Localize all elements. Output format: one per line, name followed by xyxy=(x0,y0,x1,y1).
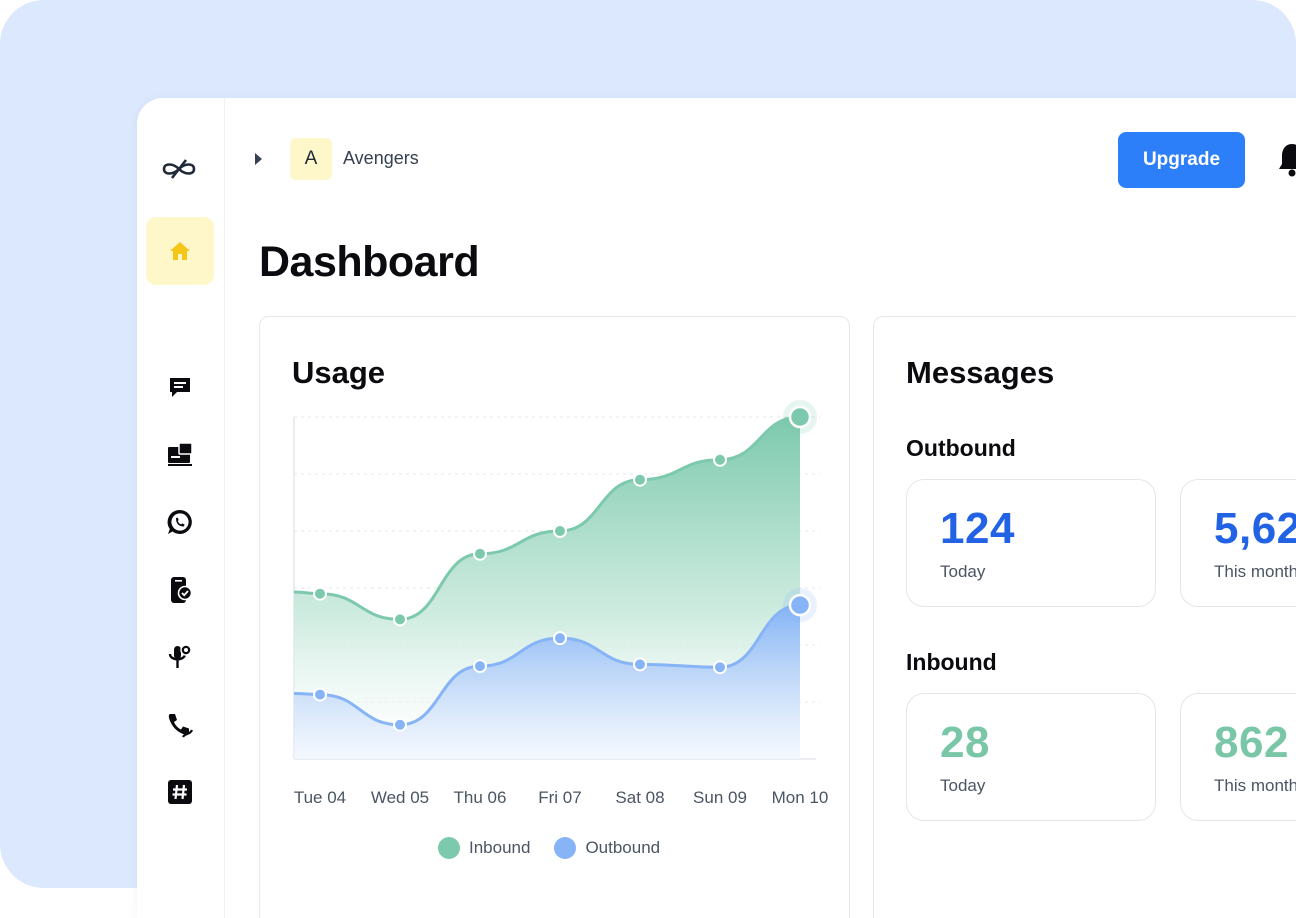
sidebar-toggle-icon[interactable] xyxy=(252,150,266,168)
outbound-today-caption: Today xyxy=(940,562,986,581)
inbound-month-card[interactable]: 862 This month xyxy=(1180,693,1296,821)
inbound-data-point[interactable] xyxy=(788,405,812,429)
sidebar-item-phone-verify[interactable] xyxy=(163,573,197,607)
legend-dot-inbound xyxy=(438,837,460,859)
sidebar-item-channels[interactable] xyxy=(163,775,197,809)
outbound-data-point[interactable] xyxy=(553,631,567,646)
x-tick-label: Fri 07 xyxy=(538,788,581,807)
inbound-month-value: 862 xyxy=(1214,718,1289,767)
chart-legend: Inbound Outbound xyxy=(438,837,660,859)
outbound-data-point[interactable] xyxy=(713,660,727,675)
inbound-data-point[interactable] xyxy=(553,524,567,538)
outbound-month-card[interactable]: 5,62 This month xyxy=(1180,479,1296,607)
outbound-data-point[interactable] xyxy=(633,657,647,672)
inbound-today-card[interactable]: 28 Today xyxy=(906,693,1156,821)
outbound-month-caption: This month xyxy=(1214,562,1296,581)
home-icon xyxy=(170,242,190,260)
notification-bell-icon[interactable] xyxy=(1277,140,1296,180)
page-title: Dashboard xyxy=(259,238,480,286)
outbound-data-point[interactable] xyxy=(788,593,812,617)
inbound-data-point[interactable] xyxy=(633,472,647,487)
outbound-today-card[interactable]: 124 Today xyxy=(906,479,1156,607)
legend-dot-outbound xyxy=(554,837,577,859)
outbound-data-point[interactable] xyxy=(393,717,407,732)
outbound-today-value: 124 xyxy=(940,504,1015,553)
legend-item-inbound[interactable]: Inbound xyxy=(438,837,530,859)
phone-verify-icon xyxy=(171,577,193,603)
x-tick-label: Tue 04 xyxy=(294,788,346,807)
inbound-data-point[interactable] xyxy=(713,452,727,467)
inbound-data-point[interactable] xyxy=(393,612,407,627)
voice-icon xyxy=(168,644,192,668)
messages-title: Messages xyxy=(906,355,1055,390)
call-forward-icon xyxy=(168,714,194,738)
outbound-data-point[interactable] xyxy=(313,687,327,702)
inbound-today-value: 28 xyxy=(940,718,990,767)
outbound-month-value: 5,62 xyxy=(1214,504,1296,553)
usage-card: Usage Tue 04 Wed 05 Thu 06 Fri 07 Sat 08 Sun … xyxy=(259,316,850,918)
legend-label-outbound: Outbound xyxy=(585,838,661,857)
sidebar-item-home[interactable] xyxy=(146,217,214,285)
x-tick-label: Sat 08 xyxy=(615,788,664,807)
x-tick-label: Thu 06 xyxy=(454,788,507,807)
x-tick-label: Wed 05 xyxy=(371,788,429,807)
inbox-icon xyxy=(168,442,193,466)
x-tick-label: Sun 09 xyxy=(693,788,747,807)
legend-label-inbound: Inbound xyxy=(469,838,531,857)
logo-icon[interactable] xyxy=(159,154,199,184)
legend-item-outbound[interactable]: Outbound xyxy=(554,837,660,859)
sidebar-item-call[interactable] xyxy=(163,708,197,742)
workspace-name[interactable]: Avengers xyxy=(343,148,419,169)
outbound-data-point[interactable] xyxy=(473,659,487,674)
inbound-today-caption: Today xyxy=(940,776,986,795)
inbound-data-point[interactable] xyxy=(473,546,487,561)
hashtag-icon xyxy=(168,780,192,804)
sidebar-item-whatsapp[interactable] xyxy=(163,505,197,539)
usage-chart: Tue 04 Wed 05 Thu 06 Fri 07 Sat 08 Sun 09 Mon … xyxy=(293,400,829,807)
chat-icon xyxy=(170,378,190,397)
workspace-avatar[interactable]: A xyxy=(290,138,332,180)
inbound-month-caption: This month xyxy=(1214,776,1296,795)
upgrade-button[interactable]: Upgrade xyxy=(1118,132,1245,188)
app-window: A Avengers Upgrade Dashboard Usage Tue 0… xyxy=(137,98,1296,918)
whatsapp-icon xyxy=(167,509,192,534)
inbound-label: Inbound xyxy=(906,649,997,675)
sidebar-item-voice[interactable] xyxy=(163,640,197,674)
sidebar-item-inbox[interactable] xyxy=(163,437,197,471)
outbound-label: Outbound xyxy=(906,435,1016,461)
x-tick-label: Mon 10 xyxy=(772,788,829,807)
sidebar xyxy=(137,98,225,918)
messages-card: Messages Outbound 124 Today 5,62 This mo… xyxy=(873,316,1296,918)
sidebar-item-chat[interactable] xyxy=(163,370,197,404)
inbound-data-point[interactable] xyxy=(313,586,327,601)
